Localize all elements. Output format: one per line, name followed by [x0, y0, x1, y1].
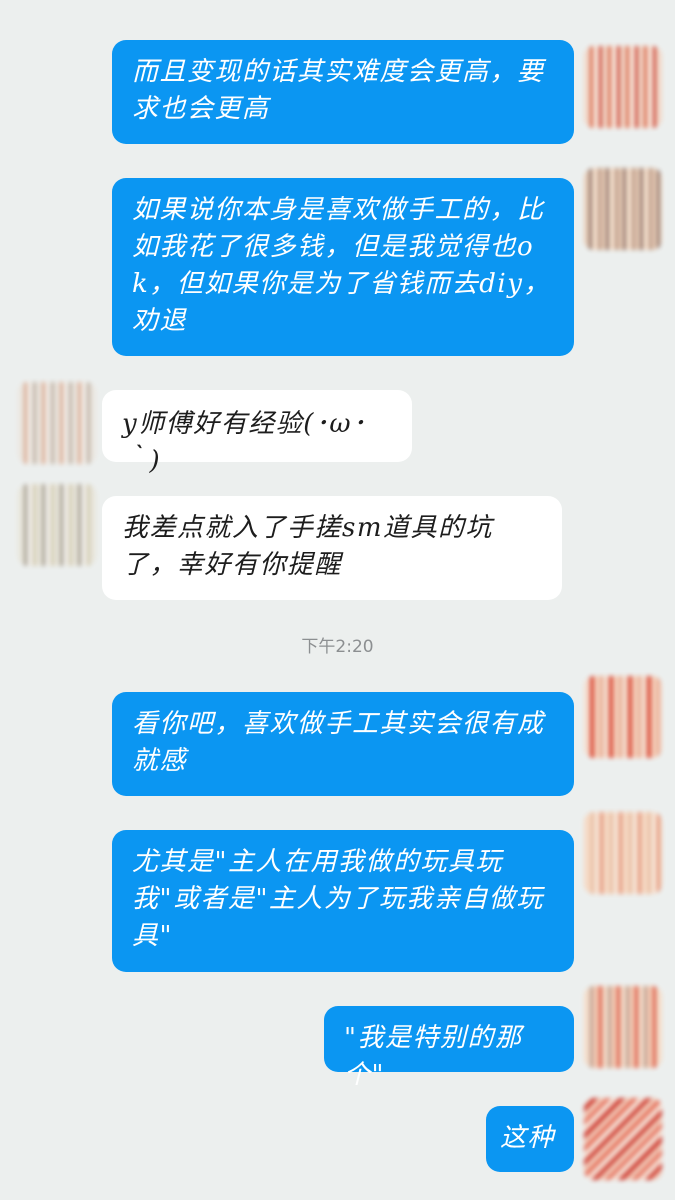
- my-avatar[interactable]: [584, 812, 662, 894]
- message-bubble-outgoing[interactable]: 看你吧，喜欢做手工其实会很有成就感: [112, 692, 574, 796]
- message-text: 而且变现的话其实难度会更高，要求也会更高: [132, 57, 545, 124]
- message-bubble-outgoing[interactable]: "我是特别的那个": [324, 1006, 574, 1090]
- contact-avatar[interactable]: [18, 484, 96, 566]
- message-text: 如果说你本身是喜欢做手工的，比如我花了很多钱，但是我觉得也ok，但如果你是为了省…: [132, 195, 551, 336]
- contact-avatar[interactable]: [18, 382, 96, 464]
- message-text: "我是特别的那个": [344, 1023, 523, 1090]
- message-text: 看你吧，喜欢做手工其实会很有成就感: [132, 709, 545, 776]
- my-avatar[interactable]: [584, 676, 662, 758]
- chat-screen: { "chat": { "messages": [ {"side": "outg…: [0, 0, 675, 1200]
- message-timestamp: 下午2:20: [301, 637, 374, 657]
- message-bubble-incoming[interactable]: 我差点就入了手搓sm道具的坑了，幸好有你提醒: [102, 496, 562, 600]
- message-bubble-incoming[interactable]: y师傅好有经验(･ω･｀): [102, 390, 412, 476]
- message-bubble-outgoing[interactable]: 如果说你本身是喜欢做手工的，比如我花了很多钱，但是我觉得也ok，但如果你是为了省…: [112, 178, 574, 356]
- my-avatar[interactable]: [584, 986, 662, 1068]
- message-text: y师傅好有经验(･ω･｀): [122, 409, 367, 476]
- message-text: 我差点就入了手搓sm道具的坑了，幸好有你提醒: [122, 513, 493, 580]
- message-bubble-outgoing[interactable]: 尤其是"主人在用我做的玩具玩我"或者是"主人为了玩我亲自做玩具": [112, 830, 574, 972]
- message-bubble-outgoing[interactable]: 这种: [486, 1106, 574, 1172]
- message-text: 这种: [500, 1123, 556, 1153]
- my-avatar[interactable]: [584, 1098, 662, 1180]
- my-avatar[interactable]: [584, 46, 662, 128]
- message-bubble-outgoing[interactable]: 而且变现的话其实难度会更高，要求也会更高: [112, 40, 574, 144]
- message-text: 尤其是"主人在用我做的玩具玩我"或者是"主人为了玩我亲自做玩具": [132, 847, 544, 951]
- my-avatar[interactable]: [584, 168, 662, 250]
